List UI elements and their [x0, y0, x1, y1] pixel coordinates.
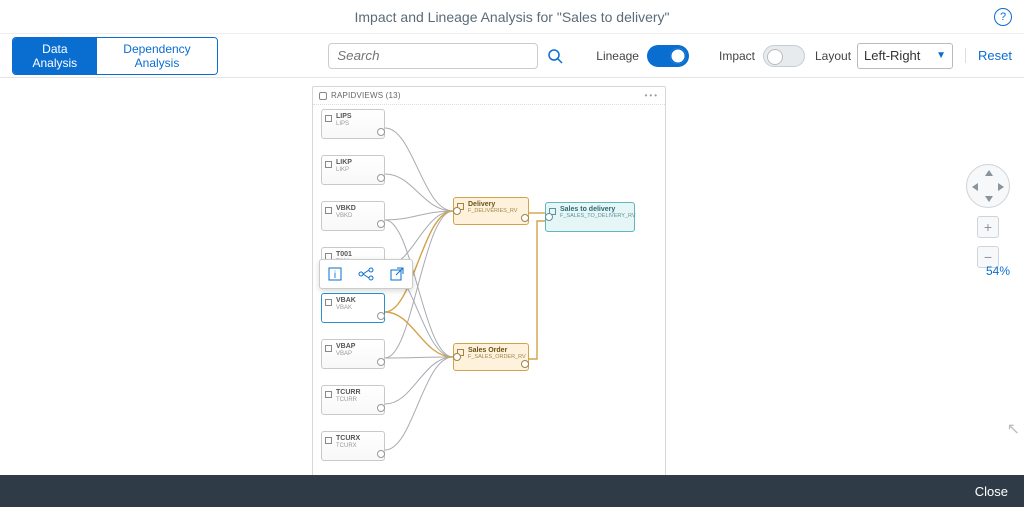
tab-dependency-analysis[interactable]: Dependency Analysis: [97, 38, 218, 74]
impact-toggle-group: Impact: [719, 45, 805, 67]
lineage-toggle[interactable]: [647, 45, 689, 67]
arrow-left-icon: [972, 183, 978, 191]
group-more-icon[interactable]: •••: [645, 91, 659, 100]
pan-compass[interactable]: [966, 164, 1010, 208]
search-input[interactable]: [328, 43, 538, 69]
layout-group: Layout Left-Right ▼ Reset: [815, 43, 1012, 69]
lineage-toggle-group: Lineage: [596, 45, 689, 67]
arrow-down-icon: [985, 196, 993, 202]
search-group: [328, 43, 566, 69]
help-icon[interactable]: ?: [994, 8, 1012, 26]
node-lineage-button[interactable]: [356, 264, 376, 284]
impact-toggle[interactable]: [763, 45, 805, 67]
node-info-button[interactable]: i: [325, 264, 345, 284]
toolbar: Data Analysis Dependency Analysis Lineag…: [0, 34, 1024, 78]
node-vbap[interactable]: VBAPVBAP: [321, 339, 385, 369]
close-button[interactable]: Close: [975, 484, 1008, 499]
search-icon[interactable]: [544, 45, 566, 67]
group-header: RAPIDVIEWS (13) •••: [313, 87, 665, 105]
node-likp[interactable]: LIKPLIKP: [321, 155, 385, 185]
node-tcurr[interactable]: TCURRTCURR: [321, 385, 385, 415]
lineage-label: Lineage: [596, 49, 639, 63]
group-rapidviews: RAPIDVIEWS (13) •••: [312, 86, 666, 475]
page-title: Impact and Lineage Analysis for "Sales t…: [355, 9, 670, 25]
node-delivery[interactable]: Delivery F_DELIVERIES_RV: [453, 197, 529, 225]
node-vbkd[interactable]: VBKDVBKD: [321, 201, 385, 231]
zoom-percentage: 54%: [986, 264, 1010, 278]
group-icon: [319, 92, 327, 100]
group-title: RAPIDVIEWS (13): [331, 91, 401, 100]
chevron-down-icon: ▼: [936, 50, 946, 61]
diagram-canvas[interactable]: RAPIDVIEWS (13) •••: [0, 78, 1024, 475]
node-lips[interactable]: LIPSLIPS: [321, 109, 385, 139]
source-column: LIPSLIPS LIKPLIKP VBKDVBKD T001T001 VBAK…: [321, 109, 385, 475]
tab-data-analysis[interactable]: Data Analysis: [13, 38, 97, 74]
expand-icon[interactable]: ↖: [1007, 419, 1020, 439]
node-actions-toolbar: i: [319, 259, 413, 289]
arrow-up-icon: [985, 170, 993, 176]
node-sales-order[interactable]: Sales Order F_SALES_ORDER_RV: [453, 343, 529, 371]
svg-text:i: i: [334, 270, 336, 281]
node-sales-to-delivery[interactable]: Sales to delivery F_SALES_TO_DELIVERY_RV: [545, 202, 635, 232]
arrow-right-icon: [998, 183, 1004, 191]
layout-label: Layout: [815, 49, 851, 63]
node-tcurx[interactable]: TCURXTCURX: [321, 431, 385, 461]
reset-link[interactable]: Reset: [965, 48, 1012, 63]
node-open-button[interactable]: [387, 264, 407, 284]
footer: Close: [0, 475, 1024, 507]
impact-label: Impact: [719, 49, 755, 63]
layout-value: Left-Right: [864, 48, 920, 63]
layout-select[interactable]: Left-Right ▼: [857, 43, 953, 69]
zoom-in-button[interactable]: +: [977, 216, 999, 238]
analysis-tab-group: Data Analysis Dependency Analysis: [12, 37, 218, 75]
node-vbak[interactable]: VBAKVBAK: [321, 293, 385, 323]
titlebar: Impact and Lineage Analysis for "Sales t…: [0, 0, 1024, 34]
nav-cluster: + −: [966, 164, 1010, 268]
